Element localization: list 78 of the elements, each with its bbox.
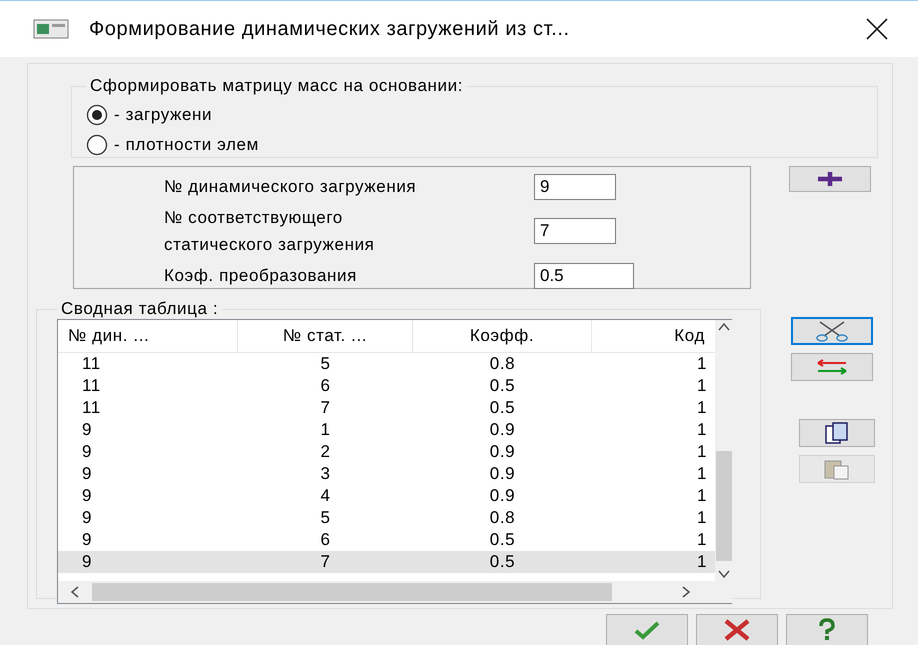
input-field[interactable]: 0.5 — [534, 262, 634, 288]
table-cell-text: 1 — [696, 397, 708, 419]
table-cell-text: 9 — [81, 463, 94, 485]
help-button[interactable] — [786, 614, 868, 645]
radio-label: - загружени — [114, 105, 212, 125]
toolbar-button[interactable] — [799, 419, 875, 447]
table-cell-text: 6 — [319, 375, 332, 397]
radio-button[interactable] — [86, 104, 108, 126]
radio-button[interactable] — [86, 134, 108, 156]
window-title: Формирование динамических загружений из ст... — [89, 18, 571, 40]
table-cell-text: 1 — [696, 485, 708, 507]
table-cell-text: 0.9 — [488, 419, 516, 441]
close-icon[interactable] — [864, 16, 890, 42]
radio-label: - плотности элем — [114, 135, 259, 155]
table-cell-text: 9 — [81, 441, 94, 463]
input-field[interactable]: 7 — [534, 218, 616, 244]
table-cell-text: 1 — [696, 507, 708, 529]
field-label: Коэф. преобразования — [164, 265, 358, 287]
field-label: № динамического загружения — [164, 176, 418, 198]
cancel-button[interactable] — [696, 614, 778, 645]
scrollbar-thumb[interactable] — [716, 450, 732, 560]
checkmark-icon — [632, 619, 662, 641]
table-row[interactable]: 11 5 0.8 1 — [58, 353, 715, 375]
input-field[interactable]: 9 — [534, 174, 616, 200]
table-cell-text: 2 — [319, 441, 332, 463]
close-icon — [722, 618, 752, 642]
table-cell-text: 11 — [81, 353, 102, 375]
table-cell-text: 3 — [319, 463, 332, 485]
table-cell-text: 1 — [696, 419, 708, 441]
column-header[interactable]: № стат. ... — [238, 320, 413, 353]
scrollbar-thumb[interactable] — [92, 583, 612, 601]
add-button[interactable] — [789, 166, 871, 192]
table-cell-text: 7 — [319, 397, 332, 419]
table-cell-text: 1 — [696, 375, 708, 397]
ok-button[interactable] — [606, 614, 688, 645]
table-cell-text: 0.5 — [488, 375, 516, 397]
table-cell-text: 0.5 — [488, 551, 516, 573]
table-cell-text: 4 — [319, 485, 332, 507]
group-label: Сформировать матрицу масс на основании: — [89, 76, 464, 96]
column-header[interactable]: № дин. ... — [58, 320, 238, 353]
table-row[interactable]: 9 6 0.5 1 — [58, 529, 715, 551]
group-label: Сводная таблица : — [60, 299, 220, 319]
field-label: № соответствующего статического загружения — [164, 207, 376, 256]
table-cell-text: 9 — [81, 551, 94, 573]
table-cell-text: 1 — [319, 419, 332, 441]
table-cell-text: 1 — [696, 529, 708, 551]
table-row[interactable]: 9 4 0.9 1 — [58, 485, 715, 507]
table-row[interactable]: 9 5 0.8 1 — [58, 507, 715, 529]
table-cell-text: 9 — [81, 485, 94, 507]
table-row[interactable]: 9 3 0.9 1 — [58, 463, 715, 485]
column-header[interactable]: Коэфф. — [413, 320, 592, 353]
table-cell-text: 1 — [696, 463, 708, 485]
table-cell-text: 0.8 — [488, 353, 516, 375]
table-cell-text: 0.9 — [488, 485, 516, 507]
table-cell-text: 0.5 — [488, 397, 516, 419]
table-cell-text: 0.9 — [488, 441, 516, 463]
table-cell-text: 7 — [319, 551, 332, 573]
table-cell-text: 9 — [81, 419, 94, 441]
plus-icon — [815, 170, 845, 188]
table-row[interactable]: 9 1 0.9 1 — [58, 419, 715, 441]
table-cell-text: 1 — [696, 353, 708, 375]
table-cell-text: 11 — [81, 397, 102, 419]
table-cell-text: 6 — [319, 529, 332, 551]
table-cell-text: 5 — [319, 507, 332, 529]
table-row[interactable]: 11 6 0.5 1 — [58, 375, 715, 397]
app-icon — [33, 19, 69, 39]
table-cell-text: 9 — [81, 507, 94, 529]
table-row[interactable]: 11 7 0.5 1 — [58, 397, 715, 419]
table-cell-text: 0.8 — [488, 507, 516, 529]
table-cell-text: 1 — [696, 551, 708, 573]
table-row[interactable]: 9 2 0.9 1 — [58, 441, 715, 463]
table-cell-text: 1 — [696, 441, 708, 463]
table-cell-text: 9 — [81, 529, 94, 551]
table-cell-text: 0.5 — [488, 529, 516, 551]
table-cell-text: 0.9 — [488, 463, 516, 485]
table-cell-text: 11 — [81, 375, 102, 397]
table-cell-text: 5 — [319, 353, 332, 375]
table-row[interactable]: 9 7 0.5 1 — [58, 551, 715, 573]
